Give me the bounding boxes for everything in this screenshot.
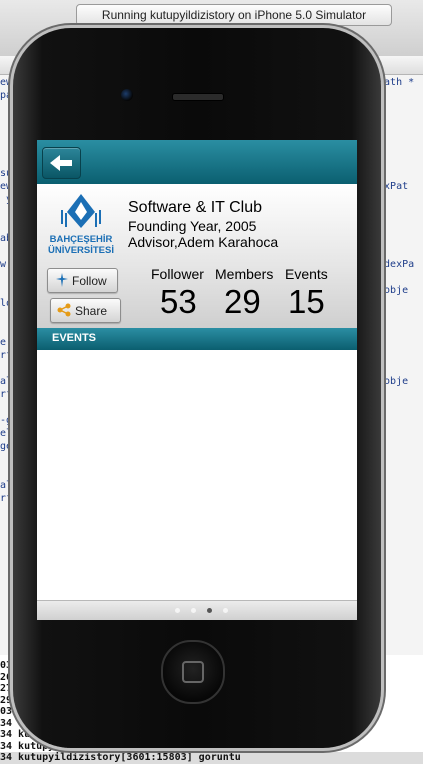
follow-icon xyxy=(56,273,68,287)
events-header-label: EVENTS xyxy=(52,332,97,344)
speaker-grille xyxy=(172,93,224,101)
home-square-icon xyxy=(182,661,204,683)
share-icon xyxy=(57,303,71,317)
club-name: Software & IT Club xyxy=(128,199,262,216)
navigation-bar xyxy=(37,140,357,184)
follower-label: Follower xyxy=(151,266,204,282)
app-screen: BAHÇEŞEHİR ÜNİVERSİTESİ Software & IT Cl… xyxy=(37,140,357,620)
club-header: BAHÇEŞEHİR ÜNİVERSİTESİ Software & IT Cl… xyxy=(37,184,357,328)
events-section-header: EVENTS xyxy=(37,328,357,350)
events-count-label: Events xyxy=(285,266,328,282)
advisor-name: Advisor,Adem Karahoca xyxy=(128,234,279,250)
members-count: 29 xyxy=(224,283,261,320)
page-dot-active[interactable] xyxy=(207,608,212,613)
page-control[interactable] xyxy=(37,600,357,620)
founding-year: Founding Year, 2005 xyxy=(128,218,257,234)
follow-button[interactable]: Follow xyxy=(47,268,118,293)
page-dot[interactable] xyxy=(191,608,196,613)
event-row[interactable] xyxy=(37,350,357,401)
logo-text-line2: ÜNİVERSİTESİ xyxy=(48,245,114,256)
home-button[interactable] xyxy=(161,640,225,704)
event-row[interactable] xyxy=(37,500,357,551)
event-row[interactable] xyxy=(37,550,357,601)
members-label: Members xyxy=(215,266,274,282)
back-button[interactable] xyxy=(42,147,81,179)
logo-text-line1: BAHÇEŞEHİR xyxy=(50,234,113,245)
events-count: 15 xyxy=(288,283,325,320)
follower-count: 53 xyxy=(160,283,197,320)
share-label: Share xyxy=(75,304,108,318)
event-row[interactable] xyxy=(37,400,357,451)
university-logo: BAHÇEŞEHİR ÜNİVERSİTESİ xyxy=(43,192,119,256)
camera-icon xyxy=(121,89,133,101)
page-dot[interactable] xyxy=(175,608,180,613)
xcode-status-title: Running kutupyildizistory on iPhone 5.0 … xyxy=(76,4,392,26)
back-arrow-icon xyxy=(50,155,72,171)
event-row[interactable] xyxy=(37,450,357,501)
follow-label: Follow xyxy=(72,274,107,288)
page-dot[interactable] xyxy=(223,608,228,613)
share-button[interactable]: Share xyxy=(50,298,121,323)
